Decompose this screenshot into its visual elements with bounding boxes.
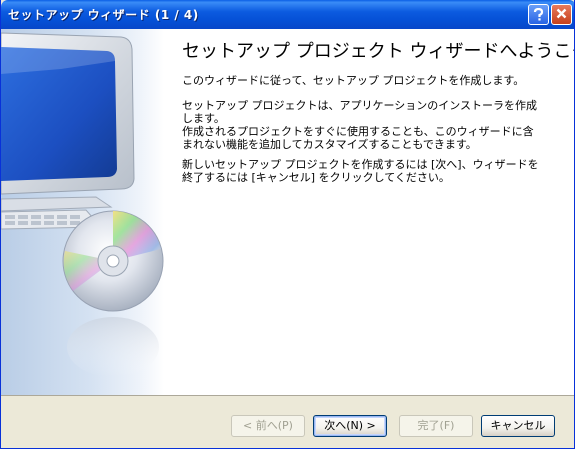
window-title: セットアップ ウィザード (1 / 4) (8, 8, 199, 22)
wizard-window: セットアップ ウィザード (1 / 4) セットアップ プロジェクト ウィザード… (0, 0, 575, 449)
close-button[interactable] (551, 4, 572, 25)
intro-text-3: 作成されるプロジェクトをすぐに使用することも、このウィザードに含まれない機能を追… (182, 125, 534, 151)
button-bar: < 前へ(P) 次へ(N) > 完了(F) キャンセル (1, 395, 574, 448)
cancel-button[interactable]: キャンセル (481, 415, 555, 437)
question-mark-icon (533, 8, 544, 21)
intro-text-4: 新しいセットアップ プロジェクトを作成するには [次へ]、ウィザードを終了するに… (182, 158, 539, 184)
next-button[interactable]: 次へ(N) > (313, 415, 387, 437)
finish-button[interactable]: 完了(F) (399, 415, 473, 437)
page-title: セットアップ プロジェクト ウィザードへようこそ (182, 41, 575, 62)
wizard-side-image (1, 29, 164, 395)
back-button[interactable]: < 前へ(P) (231, 415, 305, 437)
help-button[interactable] (528, 4, 549, 25)
title-bar[interactable]: セットアップ ウィザード (1 / 4) (1, 0, 574, 29)
computer-and-cd-illustration (1, 32, 164, 377)
wizard-content: セットアップ プロジェクト ウィザードへようこそ このウィザードに従って、セット… (1, 29, 574, 395)
intro-text-1: このウィザードに従って、セットアップ プロジェクトを作成します。 (182, 74, 525, 87)
close-x-icon (556, 8, 567, 19)
intro-text-2: セットアップ プロジェクトは、アプリケーションのインストーラを作成します。 (182, 99, 538, 125)
